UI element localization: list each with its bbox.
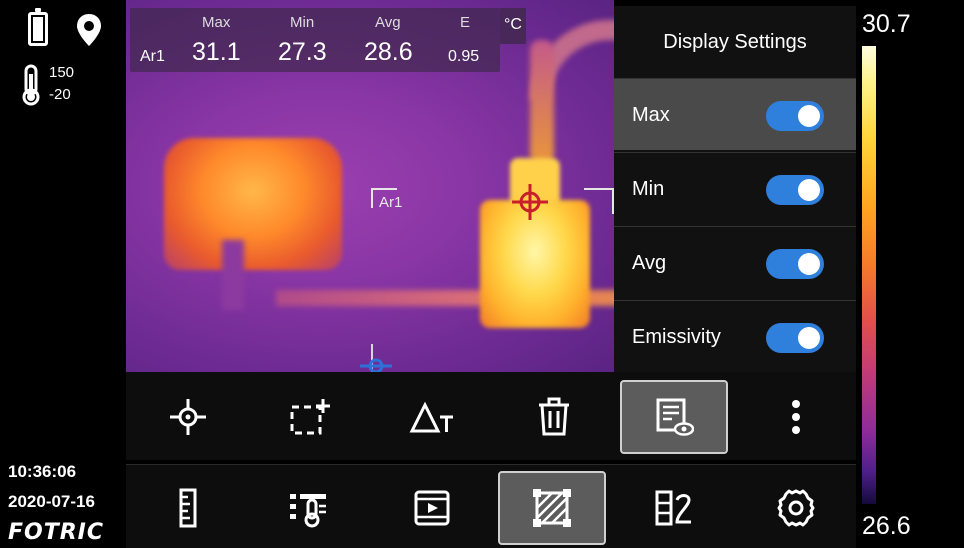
roi-label: Ar1 (379, 194, 403, 211)
crosshair-spot-icon (170, 399, 206, 435)
area-label: Ar1 (140, 48, 165, 65)
palette-button[interactable] (620, 471, 728, 545)
ruler-icon (179, 488, 197, 528)
scale-min-value: 26.6 (862, 512, 911, 540)
video-file-icon (414, 490, 450, 526)
min-header: Min (290, 14, 315, 31)
min-value: 27.3 (278, 38, 327, 66)
panel-title: Display Settings (663, 31, 807, 53)
roi-area[interactable]: Ar1 (371, 188, 611, 368)
display-settings-icon (656, 398, 694, 436)
thermometer-icon (22, 64, 40, 106)
max-header: Max (202, 14, 231, 31)
toggle-avg[interactable] (766, 249, 824, 279)
thermo-settings-button[interactable] (256, 471, 364, 545)
setting-row-avg[interactable]: Avg (614, 226, 856, 298)
delete-button[interactable] (500, 380, 608, 454)
palette-edit-icon (655, 490, 691, 526)
emissivity-header: E (460, 14, 471, 31)
clock-time: 10:36:06 (8, 462, 77, 481)
delta-temperature-icon (409, 401, 453, 433)
palette-bar[interactable] (862, 46, 876, 504)
clock-date: 2020-07-16 (8, 492, 95, 511)
avg-value: 28.6 (364, 38, 413, 66)
spot-button[interactable] (134, 380, 242, 454)
max-temp-marker-icon (512, 184, 548, 220)
area-hatch-icon (533, 489, 571, 527)
range-max-value: 150 (49, 64, 75, 81)
battery-full-icon (28, 8, 48, 46)
setting-row-min[interactable]: Min (614, 152, 856, 224)
toggle-max[interactable] (766, 101, 824, 131)
range-min-value: -20 (49, 86, 71, 103)
settings-button[interactable] (742, 471, 850, 545)
setting-row-emissivity[interactable]: Emissivity (614, 300, 856, 372)
max-value: 31.1 (192, 38, 241, 66)
scale-max-value: 30.7 (862, 10, 911, 38)
more-button[interactable] (742, 380, 850, 454)
setting-label-min: Min (632, 178, 665, 200)
thermal-stem (222, 240, 244, 310)
delta-t-button[interactable] (378, 380, 486, 454)
setting-label-emissivity: Emissivity (632, 326, 721, 348)
measurement-panel: Max Min Avg E Ar1 31.1 27.3 28.6 0.95 (130, 8, 500, 72)
area-tool-button[interactable] (498, 471, 606, 545)
toggle-min[interactable] (766, 175, 824, 205)
setting-label-avg: Avg (632, 252, 667, 274)
color-scale: 30.7 26.6 (856, 0, 964, 548)
settings-gear-icon (777, 489, 815, 527)
emissivity-value: 0.95 (448, 48, 480, 65)
toolbar-main (126, 464, 856, 548)
setting-row-max[interactable]: Max (614, 78, 856, 150)
display-settings-button[interactable] (620, 380, 728, 454)
thermometer-settings-icon (290, 494, 326, 528)
more-vertical-icon (792, 400, 800, 434)
toggle-emissivity[interactable] (766, 323, 824, 353)
trash-icon (539, 397, 569, 436)
unit-badge[interactable]: °C (500, 8, 526, 44)
status-sidebar: 150 -20 10:36:06 2020-07-16 FOTRIC (0, 0, 126, 548)
add-area-icon (290, 399, 330, 435)
ruler-button[interactable] (134, 471, 242, 545)
hot-object-left (164, 138, 342, 270)
thermal-cable-vertical (530, 40, 554, 164)
display-settings-panel: Display Settings Max Min Avg Emissivity (614, 6, 856, 372)
min-temp-marker-icon (360, 344, 392, 372)
toolbar-measure (126, 372, 856, 460)
setting-label-max: Max (632, 104, 670, 126)
roi-corner-right (584, 188, 614, 214)
video-button[interactable] (378, 471, 486, 545)
brand-logo: FOTRIC (8, 520, 105, 545)
avg-header: Avg (375, 14, 401, 31)
location-pin-icon (77, 14, 101, 46)
add-area-button[interactable] (256, 380, 364, 454)
